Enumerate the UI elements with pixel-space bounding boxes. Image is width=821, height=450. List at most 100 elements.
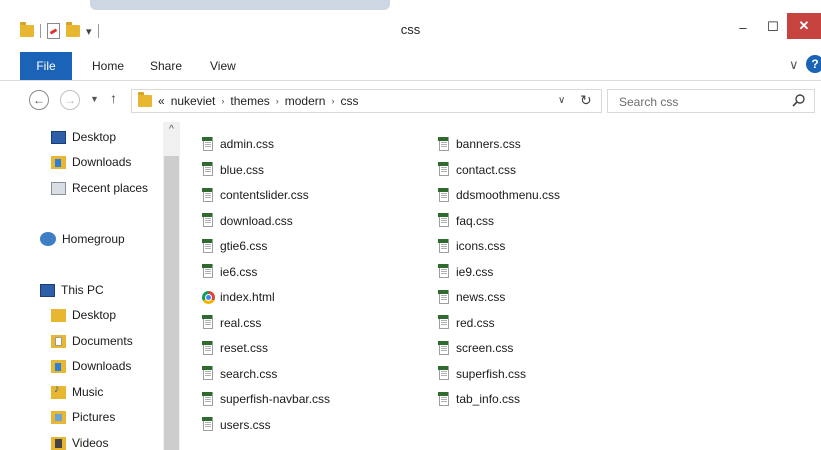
music-icon [51, 383, 66, 399]
file-item[interactable]: superfish-navbar.css [202, 390, 330, 408]
breadcrumb-overflow[interactable]: « [158, 94, 165, 108]
recent-locations-dropdown[interactable]: ▼ [90, 94, 99, 104]
nav-item-label: Homegroup [62, 232, 125, 246]
nav-item-documents[interactable]: Documents [51, 334, 133, 348]
homegroup-icon [40, 232, 56, 246]
tab-view[interactable]: View [210, 52, 236, 80]
file-item[interactable]: ie9.css [438, 263, 493, 281]
file-name: ddsmoothmenu.css [456, 188, 561, 202]
css-file-icon [202, 366, 215, 381]
css-file-icon [438, 187, 451, 203]
file-item[interactable]: red.css [438, 314, 495, 332]
tab-home[interactable]: Home [92, 52, 124, 80]
nav-item-pc-desktop[interactable]: Desktop [51, 308, 116, 322]
file-name: blue.css [220, 162, 265, 177]
nav-item-label: Recent places [72, 181, 149, 195]
file-name: tab_info.css [456, 392, 521, 406]
file-name: admin.css [220, 137, 275, 151]
forward-button[interactable]: → [60, 90, 80, 110]
close-button[interactable]: ✕ [787, 13, 821, 39]
file-name: red.css [456, 315, 495, 330]
file-name: reset.css [220, 341, 269, 355]
up-button[interactable]: ↑ [110, 90, 117, 106]
file-item[interactable]: ddsmoothmenu.css [438, 186, 560, 204]
desktop-icon [51, 130, 66, 144]
nav-item-label: Videos [72, 436, 109, 450]
file-name: screen.css [456, 341, 514, 355]
chevron-right-icon[interactable]: › [276, 96, 279, 106]
breadcrumb-modern[interactable]: modern [285, 94, 326, 108]
nav-item-recent-places[interactable]: Recent places [51, 181, 148, 195]
file-item[interactable]: icons.css [438, 237, 505, 255]
css-file-icon [202, 162, 215, 177]
tab-share[interactable]: Share [150, 52, 182, 80]
minimize-button[interactable]: – [728, 14, 758, 40]
back-button[interactable]: ← [29, 90, 49, 110]
this-pc-icon [40, 283, 55, 297]
search-icon[interactable] [791, 93, 807, 109]
nav-item-videos[interactable]: Videos [51, 436, 108, 450]
file-item[interactable]: banners.css [438, 135, 521, 153]
breadcrumb-themes[interactable]: themes [230, 94, 269, 108]
chevron-right-icon[interactable]: › [331, 96, 334, 106]
chevron-right-icon[interactable]: › [221, 96, 224, 106]
file-item[interactable]: news.css [438, 288, 505, 306]
videos-icon [51, 436, 66, 450]
address-dropdown-icon[interactable]: ∨ [558, 95, 565, 106]
breadcrumb-nukeviet[interactable]: nukeviet [171, 94, 216, 108]
css-file-icon [202, 264, 215, 279]
refresh-icon[interactable]: ↻ [580, 92, 592, 109]
pictures-icon [51, 410, 66, 424]
file-name: icons.css [456, 239, 506, 253]
nav-item-homegroup[interactable]: Homegroup [40, 232, 125, 246]
file-name: real.css [220, 315, 262, 330]
nav-item-label: Downloads [72, 155, 132, 169]
expand-ribbon-icon[interactable]: ∨ [789, 57, 799, 73]
nav-item-pictures[interactable]: Pictures [51, 410, 115, 424]
nav-item-pc-downloads[interactable]: Downloads [51, 359, 131, 373]
documents-icon [51, 334, 66, 348]
nav-item-music[interactable]: Music [51, 383, 103, 399]
file-name: contentslider.css [220, 188, 309, 202]
file-item[interactable]: contentslider.css [202, 186, 309, 204]
tab-file[interactable]: File [20, 52, 72, 80]
file-item[interactable]: gtie6.css [202, 237, 267, 255]
css-file-icon [438, 162, 451, 177]
file-item[interactable]: screen.css [438, 339, 513, 357]
css-file-icon [202, 238, 215, 254]
file-name: contact.css [456, 162, 517, 177]
file-item[interactable]: blue.css [202, 161, 264, 179]
file-item[interactable]: ie6.css [202, 263, 257, 281]
css-file-icon [202, 391, 215, 407]
file-item[interactable]: faq.css [438, 212, 494, 230]
file-item[interactable]: index.html [202, 288, 275, 306]
search-input[interactable] [608, 90, 801, 114]
nav-item-this-pc[interactable]: This PC [40, 283, 104, 297]
file-item[interactable]: users.css [202, 416, 271, 434]
file-item[interactable]: tab_info.css [438, 390, 520, 408]
file-item[interactable]: admin.css [202, 135, 274, 153]
recent-places-icon [51, 181, 66, 195]
file-item[interactable]: download.css [202, 212, 293, 230]
search-box[interactable] [607, 89, 815, 114]
breadcrumb-css[interactable]: css [340, 94, 358, 108]
css-file-icon [438, 289, 451, 305]
file-item[interactable]: real.css [202, 314, 261, 332]
downloads-icon [51, 359, 66, 373]
scroll-up-arrow-icon[interactable]: ^ [163, 124, 180, 138]
css-file-icon [438, 340, 451, 356]
css-file-icon [438, 366, 451, 381]
file-item[interactable]: contact.css [438, 161, 516, 179]
file-item[interactable]: superfish.css [438, 365, 526, 383]
file-item[interactable]: reset.css [202, 339, 268, 357]
scrollbar-thumb[interactable] [164, 156, 179, 450]
file-name: index.html [220, 290, 275, 304]
file-name: news.css [456, 290, 506, 304]
address-bar[interactable]: « nukeviet › themes › modern › css ∨ ↻ [131, 89, 602, 113]
file-item[interactable]: search.css [202, 365, 277, 383]
nav-item-downloads[interactable]: Downloads [51, 155, 131, 169]
help-icon[interactable]: ? [806, 55, 821, 73]
file-name: banners.css [456, 137, 521, 151]
nav-item-desktop[interactable]: Desktop [51, 130, 116, 144]
maximize-button[interactable]: ☐ [758, 14, 788, 40]
